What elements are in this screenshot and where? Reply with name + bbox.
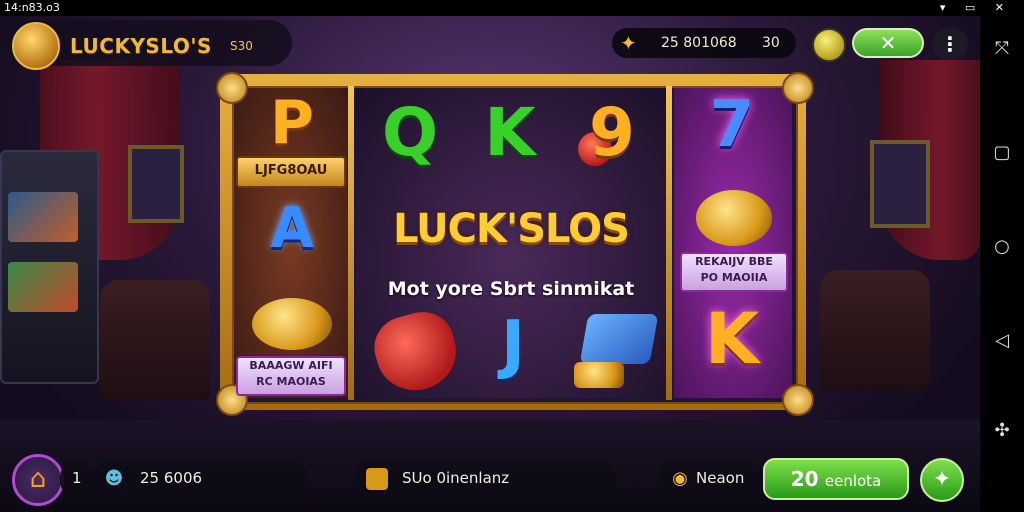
slot-symbol-k-gold: K <box>704 298 760 380</box>
arcade-screen <box>8 262 78 312</box>
bonus-label: Neaon <box>696 469 745 487</box>
close-button[interactable]: ✕ <box>852 28 924 58</box>
frame-corner-ornament <box>782 72 814 104</box>
coin-balance: 25 801068 <box>661 35 737 51</box>
home-button[interactable]: ⌂ <box>12 454 64 506</box>
slot-symbol-j: J <box>501 308 525 382</box>
badge-line: BAAAGW AIFI <box>249 359 333 372</box>
slot-symbol-a: A <box>270 196 314 261</box>
player-icon: ☻ <box>104 468 124 489</box>
arcade-machine <box>0 150 99 384</box>
gold-coin-icon <box>252 298 332 350</box>
slot-symbol-9: 9 <box>589 94 635 171</box>
status-bar: 14:n83.o3 ▾ ▭ ✕ <box>0 0 1024 16</box>
arcade-screen <box>8 192 78 242</box>
reward-label: SUo 0inenlanz <box>402 469 510 487</box>
balance-pill[interactable]: ☻ 25 6006 <box>92 460 308 498</box>
gem-icon[interactable] <box>812 28 846 62</box>
wall-frame <box>870 140 930 228</box>
wall-frame <box>128 145 184 223</box>
frame-corner-ornament <box>216 72 248 104</box>
slot-symbol-7: 7 <box>709 88 755 162</box>
collect-label: eenlota <box>824 472 882 490</box>
game-title: LUCK'SLOS <box>393 206 630 252</box>
lounge-chair <box>100 280 210 400</box>
gold-bar-icon <box>574 362 624 388</box>
level-pill: 1 <box>60 460 94 498</box>
coin-icon: ✦ <box>620 31 637 55</box>
collect-number: 20 <box>790 467 819 491</box>
reel-badge: REKAIJV BBE PO MAOIIA <box>680 252 788 292</box>
puzzle-icon[interactable]: ✣ <box>992 420 1012 441</box>
bonus-pill[interactable]: ◉ Neaon <box>658 460 762 498</box>
system-nav-bar: ⤧ ▢ ○ ◁ ✣ <box>980 16 1024 512</box>
reel-divider <box>348 86 354 400</box>
collect-button[interactable]: 20 eenlota <box>763 458 909 500</box>
rotate-icon[interactable]: ⤧ <box>992 38 1012 59</box>
badge-line: REKAIJV BBE <box>695 255 773 268</box>
slot-symbol-k: K <box>484 94 536 171</box>
game-logo-text: LUCKYSLO'S <box>70 34 212 58</box>
game-logo-icon <box>12 22 60 70</box>
status-icons: ▾ ▭ ✕ <box>939 1 1012 14</box>
back-icon[interactable]: ◁ <box>992 330 1012 351</box>
player-balance: 25 6006 <box>140 469 203 487</box>
recents-icon[interactable]: ▢ <box>992 142 1012 163</box>
reward-icon <box>366 468 388 490</box>
game-logo-sub: S30 <box>230 39 253 53</box>
frame-corner-ornament <box>782 384 814 416</box>
level-value: 1 <box>72 469 82 487</box>
coin-balance-secondary: 30 <box>762 35 780 51</box>
reward-pill[interactable]: SUo 0inenlanz <box>354 460 616 498</box>
reel-badge: LJFG8OAU <box>236 156 346 188</box>
badge-line: RC MAOIAS <box>256 375 326 388</box>
bonus-icon: ◉ <box>672 468 688 489</box>
blue-gem-icon <box>579 314 659 364</box>
reel-badge: BAAAGW AIFI RC MAOIAS <box>236 356 346 396</box>
sparkle-button[interactable]: ✦ <box>920 458 964 502</box>
badge-line: PO MAOIIA <box>700 271 768 284</box>
home-nav-icon[interactable]: ○ <box>992 236 1012 257</box>
lounge-chair <box>820 270 930 390</box>
status-time: 14:n83.o3 <box>4 1 60 14</box>
gold-coin-icon <box>696 190 772 246</box>
game-subtitle: Mot yore Sbrt sinmikat <box>387 278 635 300</box>
slot-symbol-gold: P <box>270 88 314 158</box>
more-menu-button[interactable]: ⋮ <box>932 28 968 60</box>
reel-divider <box>666 86 672 400</box>
slot-symbol-q: Q <box>381 94 439 171</box>
